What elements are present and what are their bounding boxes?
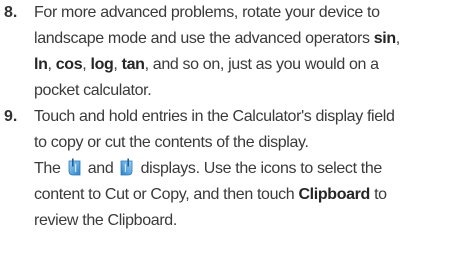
operator-log: log xyxy=(90,56,114,73)
text-line: For more advanced problems, rotate your … xyxy=(34,4,380,21)
text-line: ln, cos, log, tan, and so on, just as yo… xyxy=(34,56,379,73)
text-line: pocket calculator. xyxy=(34,82,152,99)
text-line: The and displays. Use the icons to selec… xyxy=(34,158,382,177)
operator-cos: cos xyxy=(55,56,83,73)
text-line: landscape mode and use the advanced oper… xyxy=(34,30,400,47)
step-text: Touch and hold entries in the Calculator… xyxy=(34,104,462,234)
manual-page: 8. For more advanced problems, rotate yo… xyxy=(0,0,466,264)
operator-sin: sin xyxy=(373,30,396,47)
operator-tan: tan xyxy=(121,56,145,73)
text-line: Touch and hold entries in the Calculator… xyxy=(34,108,395,125)
step-number: 8. xyxy=(4,4,18,21)
selection-end-handle-icon xyxy=(119,158,134,176)
text-line: content to Cut or Copy, and then touch C… xyxy=(34,186,387,203)
selection-start-handle-icon xyxy=(67,158,82,176)
step-number: 9. xyxy=(4,108,18,125)
operator-ln: ln xyxy=(34,56,48,73)
step-text: For more advanced problems, rotate your … xyxy=(34,0,462,104)
text-line: to copy or cut the contents of the displ… xyxy=(34,134,309,151)
clipboard-label: Clipboard xyxy=(298,186,370,203)
text-line: review the Clipboard. xyxy=(34,212,177,229)
